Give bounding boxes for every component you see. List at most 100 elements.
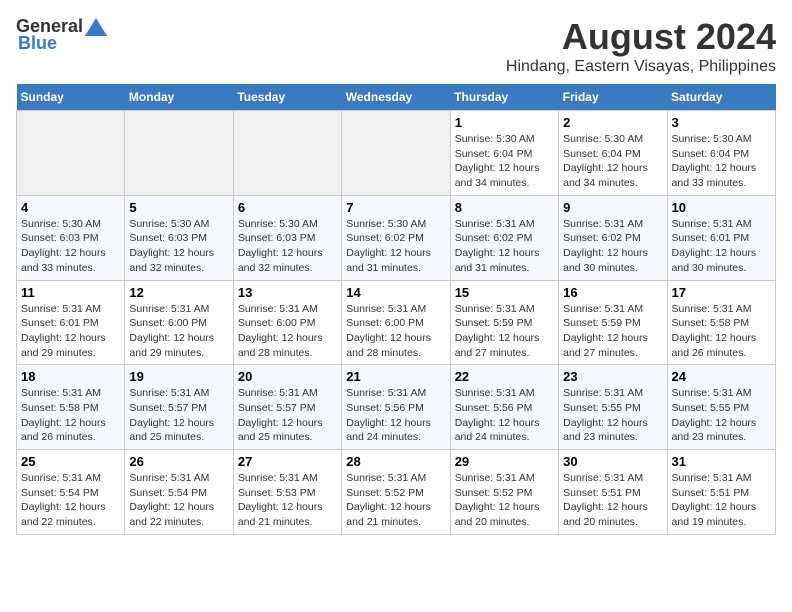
day-number: 12 (129, 285, 228, 300)
day-number: 3 (672, 115, 771, 130)
day-number: 16 (563, 285, 662, 300)
calendar-cell: 4Sunrise: 5:30 AM Sunset: 6:03 PM Daylig… (17, 195, 125, 280)
calendar-cell: 30 Sunrise: 5:31 AM Sunset: 5:51 PM Dayli… (559, 450, 667, 535)
page-title: August 2024 (506, 16, 776, 58)
calendar-cell: 10 Sunrise: 5:31 AM Sunset: 6:01 PM Dayli… (667, 195, 775, 280)
title-area: August 2024 Hindang, Eastern Visayas, Ph… (506, 16, 776, 76)
day-number: 26 (129, 454, 228, 469)
calendar-cell: 12 Sunrise: 5:31 AM Sunset: 6:00 PM Dayli… (125, 280, 233, 365)
day-info: Sunrise: 5:31 AM Sunset: 5:59 PM Dayligh… (563, 302, 662, 361)
calendar-cell: 15 Sunrise: 5:31 AM Sunset: 5:59 PM Dayli… (450, 280, 558, 365)
calendar-cell: 14 Sunrise: 5:31 AM Sunset: 6:00 PM Dayli… (342, 280, 450, 365)
day-info: Sunrise: 5:31 AM Sunset: 5:51 PM Dayligh… (563, 471, 662, 530)
calendar-cell (233, 111, 341, 196)
calendar-cell (125, 111, 233, 196)
day-number: 15 (455, 285, 554, 300)
header-wednesday: Wednesday (342, 84, 450, 111)
day-info: Sunrise: 5:31 AM Sunset: 5:54 PM Dayligh… (129, 471, 228, 530)
calendar-week-3: 11 Sunrise: 5:31 AM Sunset: 6:01 PM Dayli… (17, 280, 776, 365)
day-number: 10 (672, 200, 771, 215)
day-number: 29 (455, 454, 554, 469)
calendar-cell: 13 Sunrise: 5:31 AM Sunset: 6:00 PM Dayli… (233, 280, 341, 365)
logo-blue: Blue (18, 33, 57, 54)
day-info: Sunrise: 5:31 AM Sunset: 5:52 PM Dayligh… (346, 471, 445, 530)
day-number: 19 (129, 369, 228, 384)
day-info: Sunrise: 5:31 AM Sunset: 6:02 PM Dayligh… (563, 217, 662, 276)
calendar-cell: 24 Sunrise: 5:31 AM Sunset: 5:55 PM Dayli… (667, 365, 775, 450)
day-number: 20 (238, 369, 337, 384)
header-tuesday: Tuesday (233, 84, 341, 111)
calendar-cell: 3Sunrise: 5:30 AM Sunset: 6:04 PM Daylig… (667, 111, 775, 196)
header-thursday: Thursday (450, 84, 558, 111)
day-info: Sunrise: 5:31 AM Sunset: 5:57 PM Dayligh… (129, 386, 228, 445)
day-info: Sunrise: 5:31 AM Sunset: 6:00 PM Dayligh… (238, 302, 337, 361)
day-info: Sunrise: 5:31 AM Sunset: 5:57 PM Dayligh… (238, 386, 337, 445)
day-number: 25 (21, 454, 120, 469)
day-number: 8 (455, 200, 554, 215)
calendar-cell: 2Sunrise: 5:30 AM Sunset: 6:04 PM Daylig… (559, 111, 667, 196)
calendar-cell: 1Sunrise: 5:30 AM Sunset: 6:04 PM Daylig… (450, 111, 558, 196)
day-info: Sunrise: 5:31 AM Sunset: 5:53 PM Dayligh… (238, 471, 337, 530)
day-info: Sunrise: 5:31 AM Sunset: 6:00 PM Dayligh… (129, 302, 228, 361)
calendar-cell: 5 Sunrise: 5:30 AM Sunset: 6:03 PM Daylig… (125, 195, 233, 280)
day-info: Sunrise: 5:31 AM Sunset: 5:51 PM Dayligh… (672, 471, 771, 530)
calendar-cell: 20 Sunrise: 5:31 AM Sunset: 5:57 PM Dayli… (233, 365, 341, 450)
calendar-cell: 27 Sunrise: 5:31 AM Sunset: 5:53 PM Dayli… (233, 450, 341, 535)
day-info: Sunrise: 5:31 AM Sunset: 5:59 PM Dayligh… (455, 302, 554, 361)
calendar-cell (17, 111, 125, 196)
calendar-week-4: 18Sunrise: 5:31 AM Sunset: 5:58 PM Dayli… (17, 365, 776, 450)
day-info: Sunrise: 5:31 AM Sunset: 6:01 PM Dayligh… (672, 217, 771, 276)
day-info: Sunrise: 5:31 AM Sunset: 6:00 PM Dayligh… (346, 302, 445, 361)
day-info: Sunrise: 5:30 AM Sunset: 6:03 PM Dayligh… (129, 217, 228, 276)
day-info: Sunrise: 5:30 AM Sunset: 6:03 PM Dayligh… (238, 217, 337, 276)
day-number: 9 (563, 200, 662, 215)
day-number: 17 (672, 285, 771, 300)
day-number: 27 (238, 454, 337, 469)
day-number: 18 (21, 369, 120, 384)
calendar-cell: 18Sunrise: 5:31 AM Sunset: 5:58 PM Dayli… (17, 365, 125, 450)
day-info: Sunrise: 5:31 AM Sunset: 5:52 PM Dayligh… (455, 471, 554, 530)
calendar-cell: 7Sunrise: 5:30 AM Sunset: 6:02 PM Daylig… (342, 195, 450, 280)
day-info: Sunrise: 5:30 AM Sunset: 6:03 PM Dayligh… (21, 217, 120, 276)
header-sunday: Sunday (17, 84, 125, 111)
calendar-week-1: 1Sunrise: 5:30 AM Sunset: 6:04 PM Daylig… (17, 111, 776, 196)
header: General Blue August 2024 Hindang, Easter… (16, 16, 776, 76)
day-number: 11 (21, 285, 120, 300)
calendar-cell: 23Sunrise: 5:31 AM Sunset: 5:55 PM Dayli… (559, 365, 667, 450)
day-info: Sunrise: 5:31 AM Sunset: 6:02 PM Dayligh… (455, 217, 554, 276)
day-number: 5 (129, 200, 228, 215)
calendar-cell: 26 Sunrise: 5:31 AM Sunset: 5:54 PM Dayli… (125, 450, 233, 535)
day-number: 7 (346, 200, 445, 215)
day-number: 14 (346, 285, 445, 300)
calendar-header-row: SundayMondayTuesdayWednesdayThursdayFrid… (17, 84, 776, 111)
header-monday: Monday (125, 84, 233, 111)
page-subtitle: Hindang, Eastern Visayas, Philippines (506, 58, 776, 76)
calendar-cell: 25 Sunrise: 5:31 AM Sunset: 5:54 PM Dayli… (17, 450, 125, 535)
calendar-cell: 19 Sunrise: 5:31 AM Sunset: 5:57 PM Dayli… (125, 365, 233, 450)
calendar-cell (342, 111, 450, 196)
day-number: 6 (238, 200, 337, 215)
day-number: 13 (238, 285, 337, 300)
day-number: 2 (563, 115, 662, 130)
logo-icon (85, 18, 107, 36)
day-info: Sunrise: 5:31 AM Sunset: 5:54 PM Dayligh… (21, 471, 120, 530)
day-number: 28 (346, 454, 445, 469)
calendar-cell: 17Sunrise: 5:31 AM Sunset: 5:58 PM Dayli… (667, 280, 775, 365)
day-info: Sunrise: 5:31 AM Sunset: 5:56 PM Dayligh… (346, 386, 445, 445)
calendar-cell: 9 Sunrise: 5:31 AM Sunset: 6:02 PM Daylig… (559, 195, 667, 280)
day-number: 24 (672, 369, 771, 384)
day-number: 30 (563, 454, 662, 469)
day-number: 21 (346, 369, 445, 384)
day-info: Sunrise: 5:31 AM Sunset: 5:55 PM Dayligh… (672, 386, 771, 445)
calendar-table: SundayMondayTuesdayWednesdayThursdayFrid… (16, 84, 776, 535)
day-info: Sunrise: 5:31 AM Sunset: 5:55 PM Dayligh… (563, 386, 662, 445)
day-number: 22 (455, 369, 554, 384)
calendar-cell: 28 Sunrise: 5:31 AM Sunset: 5:52 PM Dayli… (342, 450, 450, 535)
header-friday: Friday (559, 84, 667, 111)
day-info: Sunrise: 5:31 AM Sunset: 6:01 PM Dayligh… (21, 302, 120, 361)
day-info: Sunrise: 5:31 AM Sunset: 5:56 PM Dayligh… (455, 386, 554, 445)
calendar-cell: 11 Sunrise: 5:31 AM Sunset: 6:01 PM Dayli… (17, 280, 125, 365)
calendar-cell: 8 Sunrise: 5:31 AM Sunset: 6:02 PM Daylig… (450, 195, 558, 280)
calendar-cell: 6 Sunrise: 5:30 AM Sunset: 6:03 PM Daylig… (233, 195, 341, 280)
calendar-cell: 21 Sunrise: 5:31 AM Sunset: 5:56 PM Dayli… (342, 365, 450, 450)
